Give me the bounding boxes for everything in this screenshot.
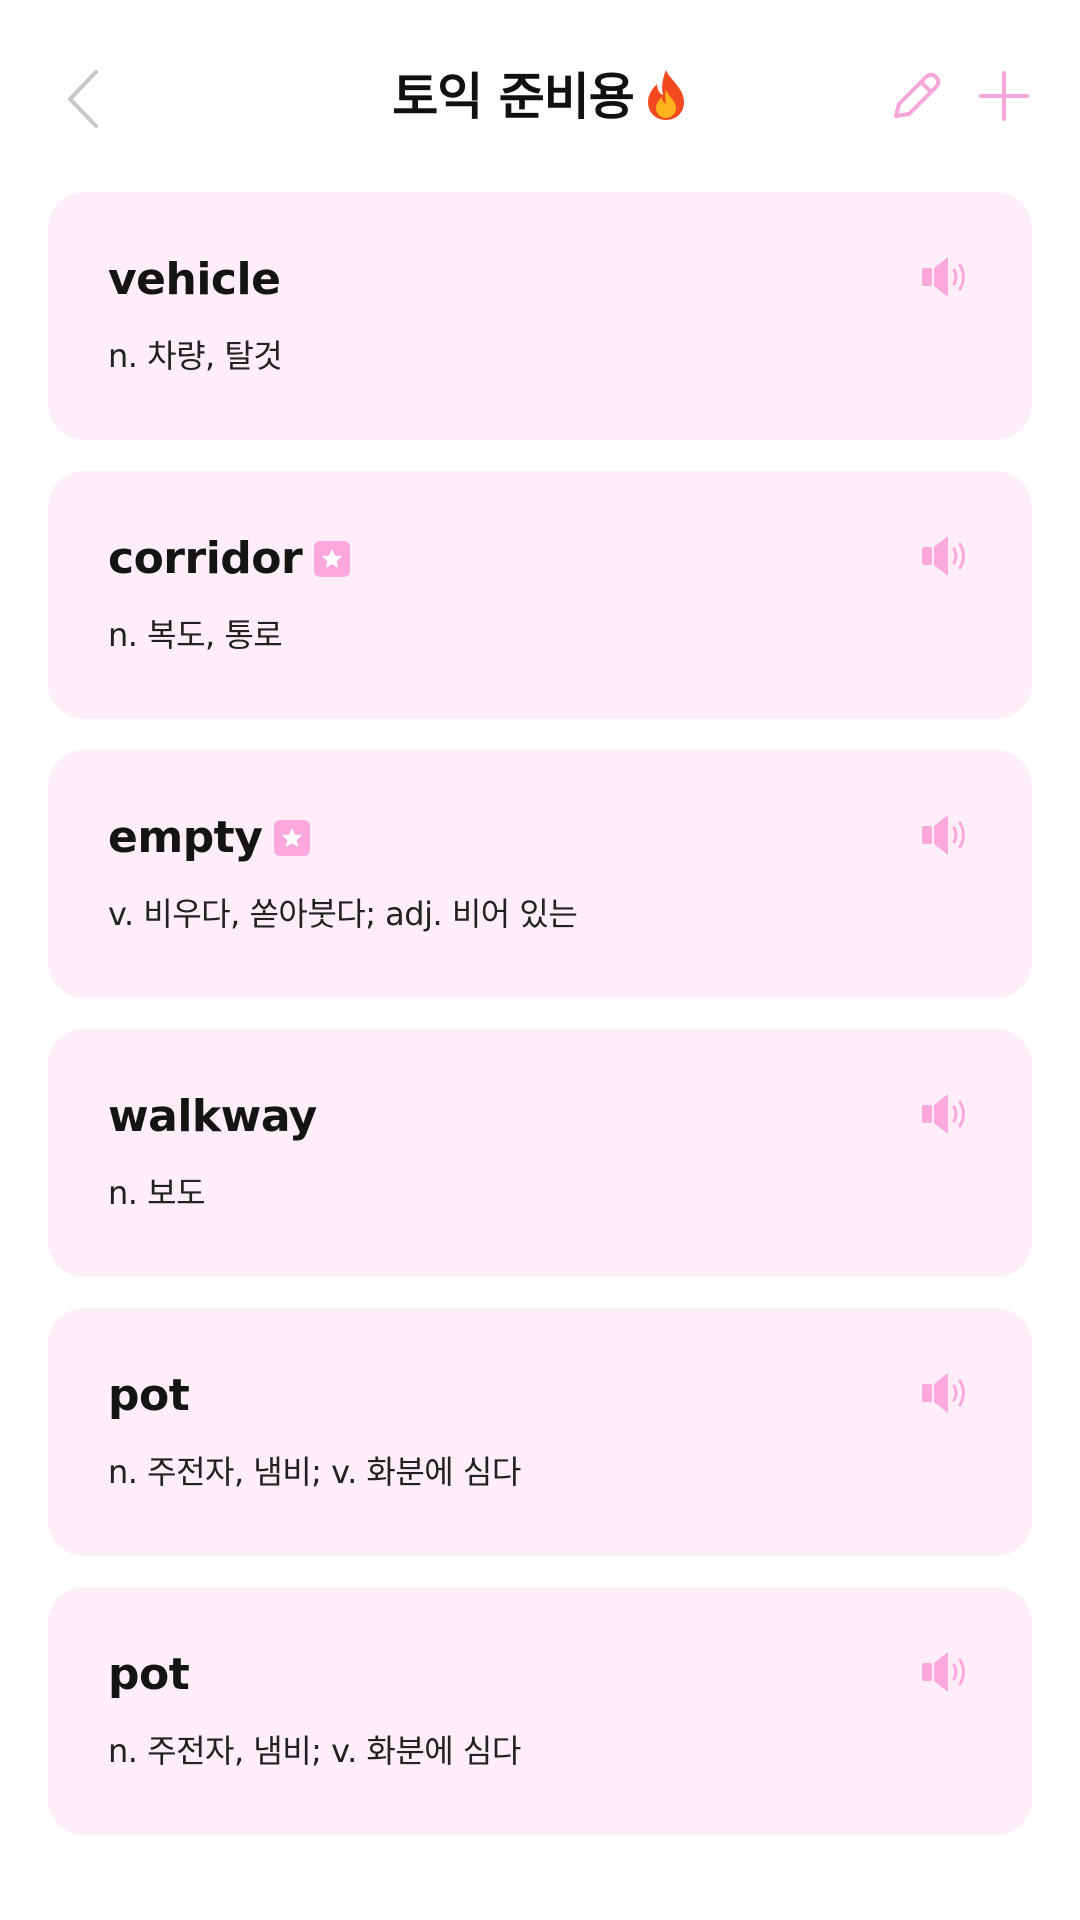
word-card[interactable]: walkway n. 보도	[48, 1029, 1032, 1277]
word-meaning: v. 비우다, 쏟아붓다; adj. 비어 있는	[108, 895, 578, 933]
word-list: vehicle n. 차량, 탈것 corridor n. 복도, 통로 emp…	[48, 192, 1032, 1866]
word-card[interactable]: vehicle n. 차량, 탈것	[48, 192, 1032, 440]
header: 토익 준비용	[0, 0, 1080, 190]
speaker-icon[interactable]	[920, 812, 974, 858]
word-text: corridor	[108, 533, 303, 584]
word-row: corridor	[108, 531, 351, 587]
word-row: pot	[108, 1368, 190, 1424]
word-meaning: n. 주전자, 냄비; v. 화분에 심다	[108, 1453, 521, 1491]
word-text: vehicle	[108, 254, 281, 305]
star-icon[interactable]	[314, 541, 351, 577]
word-meaning: n. 차량, 탈것	[108, 337, 283, 375]
speaker-icon[interactable]	[920, 1649, 974, 1695]
word-card[interactable]: pot n. 주전자, 냄비; v. 화분에 심다	[48, 1308, 1032, 1556]
word-row: empty	[108, 810, 311, 866]
word-row: walkway	[108, 1089, 317, 1145]
page-title-text: 토익 준비용	[392, 68, 634, 126]
word-card[interactable]: pot n. 주전자, 냄비; v. 화분에 심다	[48, 1587, 1032, 1835]
word-meaning: n. 복도, 통로	[108, 616, 283, 654]
fire-icon	[647, 70, 684, 120]
word-text: pot	[108, 1370, 190, 1421]
word-card[interactable]: corridor n. 복도, 통로	[48, 471, 1032, 719]
plus-icon[interactable]	[978, 70, 1030, 122]
speaker-icon[interactable]	[920, 533, 974, 579]
word-meaning: n. 보도	[108, 1174, 206, 1212]
word-text: pot	[108, 1649, 190, 1700]
word-text: empty	[108, 812, 263, 863]
word-text: walkway	[108, 1091, 317, 1142]
pencil-icon[interactable]	[886, 66, 946, 126]
word-meaning: n. 주전자, 냄비; v. 화분에 심다	[108, 1732, 521, 1770]
star-icon[interactable]	[274, 820, 311, 856]
word-row: pot	[108, 1647, 190, 1703]
speaker-icon[interactable]	[920, 1091, 974, 1137]
word-card[interactable]: empty v. 비우다, 쏟아붓다; adj. 비어 있는	[48, 750, 1032, 998]
word-row: vehicle	[108, 252, 281, 308]
speaker-icon[interactable]	[920, 254, 974, 300]
speaker-icon[interactable]	[920, 1370, 974, 1416]
